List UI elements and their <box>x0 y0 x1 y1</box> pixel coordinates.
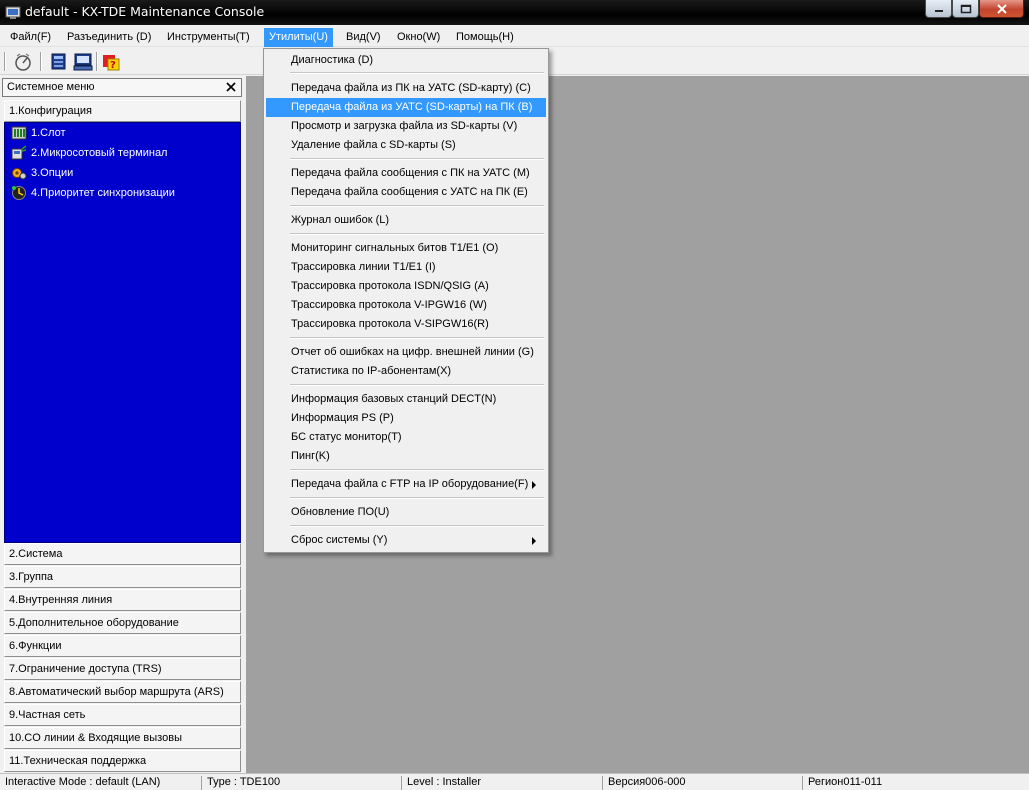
menu-separator <box>290 384 544 386</box>
menu-window[interactable]: Окно(W) <box>392 28 445 47</box>
menu-item-message-upload[interactable]: Передача файла сообщения с ПК на УАТС (M… <box>266 164 546 183</box>
toolbar-separator <box>40 52 42 71</box>
menu-item-ipgw-trace[interactable]: Трассировка протокола V-IPGW16 (W) <box>266 296 546 315</box>
minimize-icon <box>934 9 943 12</box>
svg-text:?: ? <box>110 60 116 71</box>
tree-item-label: 2.Микросотовый терминал <box>31 147 168 159</box>
status-level: Level : Installer <box>401 776 481 790</box>
status-version: Версия006-000 <box>602 776 686 790</box>
menu-item-download-to-pc[interactable]: Передача файла из УАТС (SD-карты) на ПК … <box>266 98 546 117</box>
status-bar: Interactive Mode : default (LAN) Type : … <box>0 773 1029 790</box>
maximize-icon <box>960 4 971 13</box>
utilities-dropdown: Диагностика (D) Передача файла из ПК на … <box>263 48 549 553</box>
menu-file[interactable]: Файл(F) <box>5 28 56 47</box>
tree-item-label: 4.Приоритет синхронизации <box>31 187 175 199</box>
menu-item-diagnostics[interactable]: Диагностика (D) <box>266 51 546 70</box>
app-icon <box>5 6 21 19</box>
terminal-icon[interactable] <box>72 51 94 73</box>
configuration-tree: 1.Слот 2.Микросотовый терминал 3.Опции 4… <box>4 122 241 543</box>
menu-item-ftp-transfer[interactable]: Передача файла с FTP на IP оборудование(… <box>266 475 546 494</box>
menu-separator <box>290 205 544 207</box>
menu-help[interactable]: Помощь(H) <box>451 28 519 47</box>
menu-utilities[interactable]: Утилиты(U) <box>264 28 333 47</box>
maximize-button[interactable] <box>952 0 979 18</box>
menu-separator <box>290 72 544 74</box>
menu-separator <box>290 497 544 499</box>
menu-item-error-log[interactable]: Журнал ошибок (L) <box>266 211 546 230</box>
connect-icon[interactable] <box>12 51 34 73</box>
menu-item-sd-delete[interactable]: Удаление файла с SD-карты (S) <box>266 136 546 155</box>
submenu-arrow-icon <box>532 481 536 489</box>
menu-separator <box>290 233 544 235</box>
menu-view[interactable]: Вид(V) <box>341 28 386 47</box>
sync-priority-icon <box>12 186 26 200</box>
tree-item-label: 3.Опции <box>31 167 74 179</box>
category-features[interactable]: 6.Функции <box>4 635 241 657</box>
menu-item-label: Передача файла с FTP на IP оборудование(… <box>291 478 529 490</box>
slot-icon <box>11 126 27 140</box>
category-ars[interactable]: 8.Автоматический выбор маршрута (ARS) <box>4 681 241 703</box>
menu-item-system-reset[interactable]: Сброс системы (Y) <box>266 531 546 550</box>
menu-item-sd-browse[interactable]: Просмотр и загрузка файла из SD-карты (V… <box>266 117 546 136</box>
category-maintenance[interactable]: 11.Техническая поддержка <box>4 750 241 772</box>
menu-separator <box>290 469 544 471</box>
toolbar-separator-2 <box>96 52 98 71</box>
menu-item-upload-to-pbx[interactable]: Передача файла из ПК на УАТС (SD-карту) … <box>266 79 546 98</box>
category-system[interactable]: 2.Система <box>4 543 241 565</box>
system-menu-header: Системное меню <box>2 78 242 97</box>
system-icon[interactable] <box>48 51 70 73</box>
minimize-button[interactable] <box>925 0 952 18</box>
options-icon <box>12 168 27 180</box>
menu-tools[interactable]: Инструменты(T) <box>162 28 255 47</box>
submenu-arrow-icon <box>532 537 536 545</box>
menu-item-software-update[interactable]: Обновление ПО(U) <box>266 503 546 522</box>
tree-item-label: 1.Слот <box>31 127 66 139</box>
toolbar-grip <box>4 52 6 71</box>
menu-item-line-trace[interactable]: Трассировка линии T1/E1 (I) <box>266 258 546 277</box>
status-type: Type : TDE100 <box>201 776 280 790</box>
category-private-network[interactable]: 9.Частная сеть <box>4 704 241 726</box>
menu-item-message-download[interactable]: Передача файла сообщения с УАТС на ПК (E… <box>266 183 546 202</box>
menu-separator <box>290 525 544 527</box>
menu-item-label: Сброс системы (Y) <box>291 534 388 546</box>
category-optional-device[interactable]: 5.Дополнительное оборудование <box>4 612 241 634</box>
menu-item-ip-stats[interactable]: Статистика по IP-абонентам(X) <box>266 362 546 381</box>
cell-terminal-icon <box>11 145 27 160</box>
close-icon <box>996 3 1007 14</box>
status-mode: Interactive Mode : default (LAN) <box>5 776 161 788</box>
category-configuration[interactable]: 1.Конфигурация <box>4 100 241 122</box>
menu-item-signal-bit-monitor[interactable]: Мониторинг сигнальных битов T1/E1 (O) <box>266 239 546 258</box>
menu-item-dect-info[interactable]: Информация базовых станций DECT(N) <box>266 390 546 409</box>
menu-item-ps-info[interactable]: Информация PS (P) <box>266 409 546 428</box>
system-menu-panel: Системное меню 1.Конфигурация 1.Слот 2.М… <box>0 76 246 773</box>
menu-separator <box>290 158 544 160</box>
menu-item-sipgw-trace[interactable]: Трассировка протокола V-SIPGW16(R) <box>266 315 546 334</box>
menu-item-digital-line-errors[interactable]: Отчет об ошибках на цифр. внешней линии … <box>266 343 546 362</box>
close-button[interactable] <box>979 0 1024 18</box>
category-trs[interactable]: 7.Ограничение доступа (TRS) <box>4 658 241 680</box>
status-region: Регион011-011 <box>802 776 882 790</box>
menu-item-bs-status-monitor[interactable]: БС статус монитор(T) <box>266 428 546 447</box>
category-co-lines[interactable]: 10.CO линии & Входящие вызовы <box>4 727 241 749</box>
window-title: default - KX-TDE Maintenance Console <box>25 4 265 19</box>
title-bar: default - KX-TDE Maintenance Console <box>0 0 1029 25</box>
menu-separator <box>290 337 544 339</box>
category-extension[interactable]: 4.Внутренняя линия <box>4 589 241 611</box>
menu-bar: Файл(F) Разъединить (D) Инструменты(T) У… <box>0 25 1029 47</box>
help-icon[interactable]: ? <box>100 51 122 73</box>
menu-disconnect[interactable]: Разъединить (D) <box>62 28 156 47</box>
menu-item-isdn-trace[interactable]: Трассировка протокола ISDN/QSIG (A) <box>266 277 546 296</box>
menu-item-ping[interactable]: Пинг(K) <box>266 447 546 466</box>
system-menu-title: Системное меню <box>7 81 95 93</box>
close-panel-icon[interactable] <box>224 80 238 94</box>
category-group[interactable]: 3.Группа <box>4 566 241 588</box>
